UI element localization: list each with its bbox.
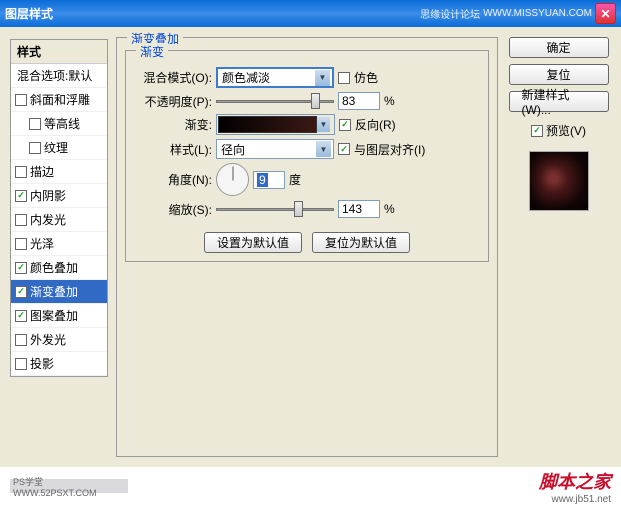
style-label: 图案叠加 — [30, 307, 78, 324]
style-checkbox[interactable] — [29, 118, 41, 130]
style-label: 等高线 — [44, 115, 80, 132]
style-item[interactable]: ✓图案叠加 — [11, 304, 107, 328]
window-title: 图层样式 — [5, 5, 420, 22]
chevron-down-icon: ▼ — [317, 117, 330, 132]
style-label: 颜色叠加 — [30, 259, 78, 276]
style-checkbox[interactable] — [15, 214, 27, 226]
align-checkbox[interactable]: ✓ — [338, 143, 350, 155]
gradient-label: 渐变: — [134, 116, 212, 133]
blend-mode-label: 混合模式(O): — [134, 69, 212, 86]
watermark-left: PS学堂 WWW.52PSXT.COM — [10, 479, 128, 493]
set-default-button[interactable]: 设置为默认值 — [204, 232, 302, 253]
style-item[interactable]: 描边 — [11, 160, 107, 184]
preview-checkbox[interactable]: ✓ — [531, 125, 543, 137]
close-button[interactable]: ✕ — [595, 3, 616, 24]
ok-button[interactable]: 确定 — [509, 37, 609, 58]
style-checkbox[interactable] — [15, 334, 27, 346]
style-checkbox[interactable]: ✓ — [15, 310, 27, 322]
opacity-input[interactable]: 83 — [338, 92, 380, 110]
style-label: 斜面和浮雕 — [30, 91, 90, 108]
style-item[interactable]: 内发光 — [11, 208, 107, 232]
style-item[interactable]: ✓渐变叠加 — [11, 280, 107, 304]
style-checkbox[interactable]: ✓ — [15, 190, 27, 202]
forum-badge: 思缘设计论坛 — [420, 6, 480, 21]
style-item[interactable]: 等高线 — [11, 112, 107, 136]
angle-label: 角度(N): — [134, 171, 212, 188]
gradient-picker[interactable]: ▼ — [216, 114, 335, 135]
watermark-right: 脚本之家 www.jb51.net — [539, 468, 611, 505]
style-label: 内阴影 — [30, 187, 66, 204]
reset-default-button[interactable]: 复位为默认值 — [312, 232, 410, 253]
scale-label: 缩放(S): — [134, 201, 212, 218]
style-select[interactable]: 径向▼ — [216, 139, 334, 159]
styles-header[interactable]: 样式 — [11, 40, 107, 64]
style-item[interactable]: 投影 — [11, 352, 107, 376]
style-item[interactable]: 斜面和浮雕 — [11, 88, 107, 112]
style-label: 描边 — [30, 163, 54, 180]
opacity-label: 不透明度(P): — [134, 93, 212, 110]
styles-list: 样式 混合选项:默认 斜面和浮雕等高线纹理描边✓内阴影内发光光泽✓颜色叠加✓渐变… — [10, 39, 108, 377]
style-checkbox[interactable] — [15, 94, 27, 106]
style-label: 渐变叠加 — [30, 283, 78, 300]
style-item[interactable]: 外发光 — [11, 328, 107, 352]
align-label: 与图层对齐(I) — [354, 141, 425, 158]
style-label: 内发光 — [30, 211, 66, 228]
angle-dial[interactable] — [216, 163, 249, 196]
inner-title: 渐变 — [136, 43, 168, 60]
style-checkbox[interactable]: ✓ — [15, 262, 27, 274]
reverse-label: 反向(R) — [355, 116, 396, 133]
reverse-checkbox[interactable]: ✓ — [339, 119, 351, 131]
new-style-button[interactable]: 新建样式(W)... — [509, 91, 609, 112]
style-label: 光泽 — [30, 235, 54, 252]
style-checkbox[interactable] — [29, 142, 41, 154]
style-label: 样式(L): — [134, 141, 212, 158]
cancel-button[interactable]: 复位 — [509, 64, 609, 85]
scale-input[interactable]: 143 — [338, 200, 380, 218]
style-item[interactable]: 纹理 — [11, 136, 107, 160]
chevron-down-icon: ▼ — [316, 141, 331, 157]
angle-input[interactable]: 9 — [253, 171, 285, 189]
style-checkbox[interactable]: ✓ — [15, 286, 27, 298]
style-item[interactable]: ✓颜色叠加 — [11, 256, 107, 280]
blend-options[interactable]: 混合选项:默认 — [11, 64, 107, 88]
scale-slider[interactable] — [216, 200, 334, 218]
preview-thumbnail — [529, 151, 589, 211]
chevron-down-icon: ▼ — [315, 70, 330, 86]
dither-label: 仿色 — [354, 69, 378, 86]
style-label: 纹理 — [44, 139, 68, 156]
dither-checkbox[interactable] — [338, 72, 350, 84]
style-checkbox[interactable] — [15, 166, 27, 178]
style-label: 外发光 — [30, 331, 66, 348]
blend-mode-select[interactable]: 颜色减淡▼ — [216, 67, 334, 88]
url-badge: WWW.MISSYUAN.COM — [483, 8, 592, 19]
opacity-slider[interactable] — [216, 92, 334, 110]
style-item[interactable]: 光泽 — [11, 232, 107, 256]
preview-label: 预览(V) — [546, 122, 586, 139]
style-label: 投影 — [30, 355, 54, 372]
style-item[interactable]: ✓内阴影 — [11, 184, 107, 208]
style-checkbox[interactable] — [15, 358, 27, 370]
style-checkbox[interactable] — [15, 238, 27, 250]
